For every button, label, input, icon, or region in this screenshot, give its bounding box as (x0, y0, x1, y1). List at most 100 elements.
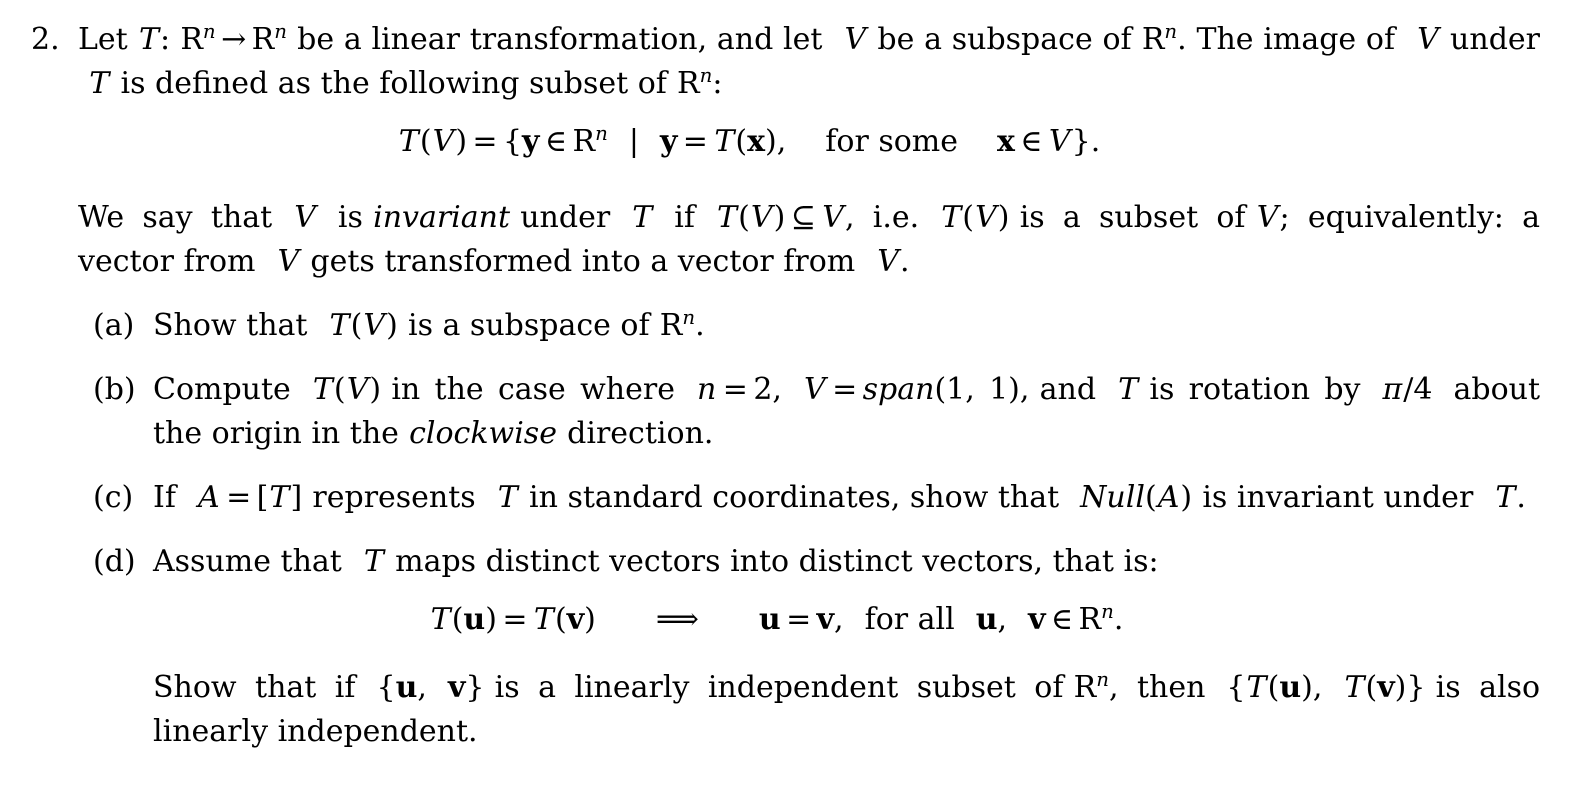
part-d-tail-T-1: T (1246, 670, 1267, 705)
part-a-paragraph: Show that T(V) is a subspace of Rn. (153, 304, 1540, 348)
part-b-text-4: is rotation by (1149, 372, 1361, 407)
eq2-equals-2: = (786, 602, 812, 637)
part-d-tail-paren-close-1: ) (1301, 670, 1313, 705)
part-b-equals-2: = (832, 372, 858, 407)
part-d-tail-brace-open-2: { (1226, 670, 1246, 705)
eq2-T-1: T (430, 602, 451, 637)
eq1-V: V (432, 124, 455, 159)
part-c-bracket-close: ] (290, 480, 303, 515)
var-T-2: T (89, 66, 110, 101)
var-V-1: V (844, 22, 867, 57)
part-d-tail-paragraph: Show that if {u, v} is a linearly independe… (153, 666, 1540, 754)
eq1-T: T (398, 124, 419, 159)
var-V-2: V (1417, 22, 1439, 57)
def-period: . (900, 244, 910, 279)
def-text-1: We say that (78, 200, 273, 235)
eq1-superscript-n: n (595, 122, 608, 145)
right-arrow-icon: → (221, 22, 247, 57)
def-var-V-rhs-3: V (277, 244, 300, 279)
part-c-period: . (1516, 480, 1526, 515)
eq2-equals-1: = (502, 602, 528, 637)
part-a-period: . (695, 308, 705, 343)
def-text-5: , i.e. (845, 200, 920, 235)
intro-text-6: is defined as the following subset of (120, 66, 667, 101)
eq1-vector-x-2: x (996, 124, 1015, 159)
subitem-b-content: Compute T(V) in the case where n = 2, V = span(1… (153, 368, 1540, 456)
eq2-vector-u-1: u (463, 602, 486, 637)
def-var-V-rhs: V (822, 200, 844, 235)
def-var-V-rhs-2: V (1256, 200, 1279, 235)
eq1-equals-2: = (682, 124, 708, 159)
eq2-paren-close-2: ) (584, 602, 596, 637)
eq1-for-some: for some (825, 124, 958, 159)
subitem-d-label: (d) (93, 544, 136, 579)
var-T: T (138, 22, 159, 57)
eq2-superscript-n: n (1101, 600, 1114, 623)
eq1-element-of-1: ∈ (544, 124, 568, 159)
part-a-T: T (329, 308, 350, 343)
eq1-paren-close: ) (455, 124, 468, 159)
colon: : (160, 22, 171, 57)
part-c-text-4: is invariant under (1202, 480, 1474, 515)
part-d-tail-paren-open-2: ( (1365, 670, 1378, 705)
eq1-T-2: T (714, 124, 735, 159)
definition-paragraph: We say that Vis invariant under Tif T(V) ⊆ V, i… (78, 196, 1540, 284)
blackboard-R-4: R (677, 66, 700, 101)
eq1-period: . (1090, 124, 1101, 159)
def-paren-open: ( (738, 200, 750, 235)
def-T-of-V-T: T (717, 200, 738, 235)
part-b-comma-2: , (1019, 372, 1030, 407)
part-d-text-2: maps distinct vectors into distinct vect… (395, 544, 1159, 579)
part-d-tail-blackboard-R: R (1073, 670, 1097, 705)
def-text-6: is a subset of (1019, 200, 1246, 235)
def-text-4: if (674, 200, 695, 235)
eq2-comma-1: , (834, 602, 844, 637)
part-b-text-3: and (1039, 372, 1097, 407)
part-a-superscript-n: n (682, 306, 696, 329)
part-d-tail-brace-open: { (376, 670, 396, 705)
part-b-span-arguments: (1, 1) (934, 372, 1020, 407)
part-d-tail-text-2: is a linearly independent subset of (494, 670, 1064, 705)
part-b-T: T (312, 372, 333, 407)
eq1-brace-close: } (1071, 124, 1091, 159)
problem-2: 2. Let T: Rn → Rn be a linear transformation,… (0, 0, 1576, 754)
part-d-tail-brace-close-2: } (1406, 670, 1426, 705)
eq1-paren-close-2: ) (765, 124, 777, 159)
eq2-paren-open-1: ( (451, 602, 464, 637)
subitem-b-label: (b) (93, 372, 136, 407)
eq2-period: . (1113, 602, 1124, 637)
eq2-comma-2: , (997, 602, 1008, 637)
part-a-blackboard-R: R (659, 308, 683, 343)
eq2-implies-icon: ⟹ (655, 602, 699, 637)
part-a-paren-close: ) (386, 308, 398, 343)
eq1-comma: , (776, 124, 787, 159)
part-b-text-2: in the case where (391, 372, 675, 407)
eq2-for-all: for all (864, 602, 955, 637)
def-T-of-V-V: V (750, 200, 773, 235)
part-c-T-bracket: T (269, 480, 290, 515)
eq1-brace-open: { (502, 124, 523, 159)
part-c-null-paren-close: ) (1180, 480, 1193, 515)
superscript-n-1: n (202, 20, 216, 43)
eq1-equals: = (472, 124, 498, 159)
subitem-c-content: If A = [T] represents Tin standard coordinate… (153, 476, 1540, 520)
eq2-vector-u-2: u (758, 602, 781, 637)
part-b-paren-close: ) (369, 372, 382, 407)
subitem-c: (c) If A = [T] represents Tin standard coordi… (78, 476, 1540, 520)
eq1-vector-y-2: y (659, 124, 678, 159)
def-text-8: gets transformed into a vector from (310, 244, 856, 279)
def-T-of-V-T-2: T (941, 200, 962, 235)
part-b-two: 2 (753, 372, 773, 407)
def-word-invariant: invariant (373, 200, 511, 235)
eq2-vector-v-1: v (566, 602, 585, 637)
subitem-a-content: Show that T(V) is a subspace of Rn. (153, 304, 1540, 348)
part-c-text-2: represents (312, 480, 476, 515)
def-T-of-V-V-2: V (975, 200, 997, 235)
superscript-n-2: n (274, 20, 287, 43)
eq2-paren-open-2: ( (554, 602, 567, 637)
part-d-tail-vector-v-2: v (1377, 670, 1395, 705)
part-d-tail-paren-open-1: ( (1267, 670, 1280, 705)
part-b-pi: π (1382, 372, 1403, 407)
part-b-T-2: T (1118, 372, 1139, 407)
part-b-comma-1: , (772, 372, 782, 407)
